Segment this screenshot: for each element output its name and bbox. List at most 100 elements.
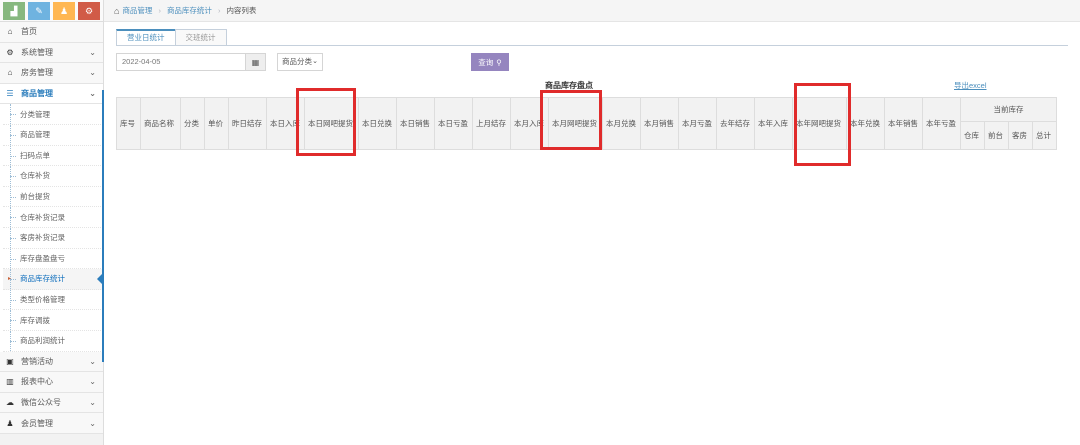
highlight-box-daily — [296, 88, 356, 156]
menu-item-members[interactable]: ♟ 会员管理 ⌄ — [0, 413, 103, 434]
submenu-item[interactable]: 扫码点单 — [3, 145, 103, 167]
column-header: 仓库 — [960, 121, 985, 150]
menu-label: 营销活动 — [21, 356, 53, 366]
menu-label: 微信公众号 — [21, 397, 61, 407]
breadcrumb-current: 内容列表 — [226, 6, 257, 15]
column-header: 总计 — [1032, 121, 1057, 150]
column-header: 本日销售 — [396, 97, 435, 150]
breadcrumb-separator: › — [217, 6, 221, 15]
home-icon[interactable]: ⌂ — [114, 6, 119, 16]
chevron-down-icon: ⌄ — [89, 418, 96, 428]
submenu-item[interactable]: 库存盘盈盘亏 — [3, 248, 103, 270]
query-button-label: 查询 — [478, 57, 494, 67]
pencil-icon[interactable]: ✎ — [28, 2, 50, 20]
caret-right-icon: ▸ — [8, 276, 12, 283]
shortcut-bar: ▟ ✎ ♟ ⚙ — [0, 0, 103, 22]
category-select[interactable]: 商品分类 ⌄ — [277, 53, 323, 71]
column-header: 本年兑换 — [846, 97, 885, 150]
column-header: 本月亏盈 — [678, 97, 717, 150]
column-header: 库号 — [116, 97, 141, 150]
tab-bar: 营业日统计 交班统计 — [116, 29, 227, 46]
breadcrumb: ⌂ 商品管理 › 商品库存统计 › 内容列表 — [104, 0, 1080, 22]
search-icon: ⚲ — [496, 57, 502, 67]
column-header: 本月销售 — [640, 97, 679, 150]
submenu-item[interactable]: 分类管理 — [3, 104, 103, 125]
menu-label: 房务管理 — [21, 68, 53, 78]
column-header: 昨日结存 — [228, 97, 267, 150]
submenu-item[interactable]: 库存调拨 — [3, 310, 103, 331]
breadcrumb-separator: › — [158, 6, 161, 15]
bank-icon: ⌂ — [7, 68, 13, 78]
submenu-label: 仓库补货 — [20, 171, 50, 181]
group-header: 当前库存 — [960, 97, 1057, 122]
menu-label: 系统管理 — [21, 47, 53, 57]
chevron-down-icon: ⌄ — [312, 58, 318, 65]
column-header: 本年销售 — [884, 97, 923, 150]
menu-item-reports[interactable]: ▥ 报表中心 ⌄ — [0, 372, 103, 393]
tab-shift-stats[interactable]: 交班统计 — [174, 29, 227, 46]
list-icon: ☰ — [6, 89, 14, 99]
submenu-label: 商品利润统计 — [20, 336, 65, 346]
group-icon: ♟ — [6, 418, 14, 428]
column-header: 上月结存 — [472, 97, 511, 150]
gift-icon: ▣ — [6, 356, 14, 366]
submenu-item[interactable]: 商品利润统计 — [3, 330, 103, 352]
submenu-label: 库存调拨 — [20, 315, 50, 325]
menu-item-rooms[interactable]: ⌂ 房务管理 ⌄ — [0, 63, 103, 84]
submenu-label: 库存盘盈盘亏 — [20, 253, 65, 263]
column-header: 本月兑换 — [602, 97, 641, 150]
menu-item-products[interactable]: ☰ 商品管理 ⌄ — [0, 83, 103, 105]
column-header: 商品名称 — [140, 97, 181, 150]
main-content: 营业日统计 交班统计 2022-04-05 ▦ 商品分类 ⌄ 查询 ⚲ 商品库存… — [104, 22, 1080, 445]
chevron-down-icon: ⌄ — [89, 397, 96, 407]
menu-label: 商品管理 — [21, 89, 53, 99]
menu-label: 首页 — [21, 27, 37, 37]
column-header: 本日亏盈 — [434, 97, 473, 150]
submenu-item[interactable]: 仓库补货记录 — [3, 207, 103, 228]
highlight-box-monthly — [540, 90, 602, 150]
column-header: 前台 — [984, 121, 1009, 150]
column-header: 本年入库 — [754, 97, 793, 150]
export-excel-link[interactable]: 导出excel — [954, 80, 987, 91]
submenu-item[interactable]: 客房补货记录 — [3, 227, 103, 249]
users-icon[interactable]: ♟ — [53, 2, 75, 20]
gear-icon: ⚙ — [6, 47, 14, 57]
submenu-item[interactable]: 仓库补货 — [3, 166, 103, 187]
chevron-down-icon: ⌄ — [89, 47, 96, 57]
cogs-icon[interactable]: ⚙ — [78, 2, 100, 20]
column-header: 去年结存 — [716, 97, 755, 150]
tab-divider — [116, 45, 1068, 46]
submenu-label: 仓库补货记录 — [20, 212, 65, 222]
menu-label: 会员管理 — [21, 418, 53, 428]
chevron-down-icon: ⌄ — [89, 68, 96, 78]
chevron-down-icon: ⌄ — [89, 356, 96, 366]
tab-daily-stats[interactable]: 营业日统计 — [116, 29, 176, 46]
query-button[interactable]: 查询 ⚲ — [471, 53, 509, 71]
submenu-item[interactable]: 前台提货 — [3, 186, 103, 208]
breadcrumb-link[interactable]: 商品库存统计 — [167, 5, 212, 16]
submenu-label: 商品管理 — [20, 130, 50, 140]
submenu-label: 前台提货 — [20, 192, 50, 202]
column-header: 单价 — [204, 97, 229, 150]
column-header: 本日兑换 — [358, 97, 397, 150]
submenu-label: 客房补货记录 — [20, 233, 65, 243]
sidebar: ▟ ✎ ♟ ⚙ ⌂ 首页 ⚙ 系统管理 ⌄ ⌂ 房务管理 ⌄ ☰ 商品管理 ⌄ … — [0, 0, 104, 445]
submenu-label: 商品库存统计 — [20, 274, 65, 284]
submenu-item[interactable]: 商品管理 — [3, 124, 103, 146]
cloud-icon: ☁ — [6, 397, 14, 407]
menu-item-wechat[interactable]: ☁ 微信公众号 ⌄ — [0, 392, 103, 414]
chevron-down-icon: ⌄ — [89, 89, 96, 99]
submenu-item-active[interactable]: ▸ 商品库存统计 — [3, 269, 104, 290]
column-header: 客房 — [1008, 121, 1033, 150]
date-input[interactable]: 2022-04-05 — [116, 53, 246, 71]
bar-chart-icon[interactable]: ▟ — [3, 2, 25, 20]
breadcrumb-link[interactable]: 商品管理 — [122, 5, 152, 16]
menu-item-home[interactable]: ⌂ 首页 — [0, 22, 103, 43]
menu-label: 报表中心 — [21, 377, 53, 387]
submenu-label: 扫码点单 — [20, 150, 50, 160]
submenu-label: 分类管理 — [20, 109, 50, 119]
submenu-item[interactable]: 类型价格管理 — [3, 289, 103, 311]
menu-item-system[interactable]: ⚙ 系统管理 ⌄ — [0, 42, 103, 64]
menu-item-marketing[interactable]: ▣ 营销活动 ⌄ — [0, 351, 103, 373]
calendar-icon[interactable]: ▦ — [245, 53, 266, 71]
